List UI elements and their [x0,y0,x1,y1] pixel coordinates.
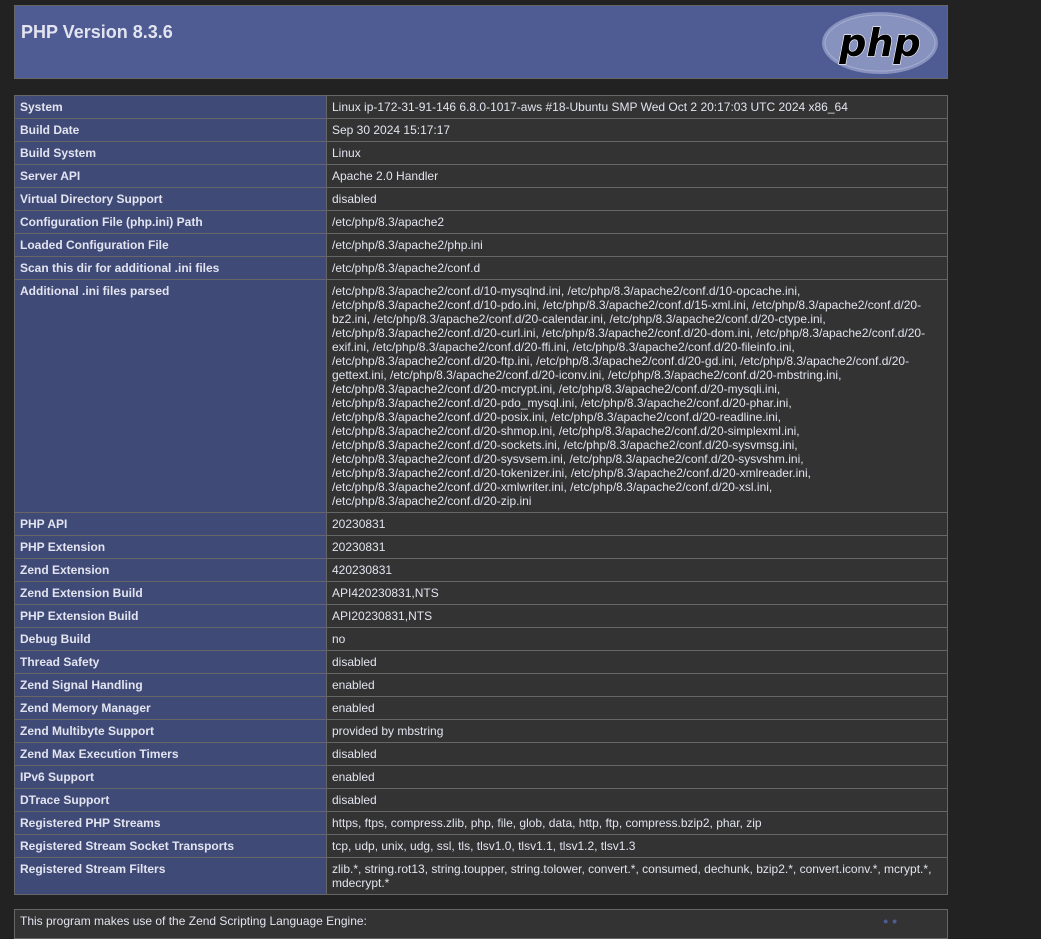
row-value: disabled [326,650,948,674]
zend-engine-text: This program makes use of the Zend Scrip… [20,914,367,928]
row-label: Scan this dir for additional .ini files [14,256,327,280]
table-row: Server API Apache 2.0 Handler [14,164,948,188]
row-label: System [14,95,327,119]
table-row: Additional .ini files parsed/etc/php/8.3… [14,279,948,513]
row-value: enabled [326,673,948,697]
row-value: 420230831 [326,558,948,582]
row-label: Registered PHP Streams [14,811,327,835]
php-logo[interactable]: php [819,9,941,77]
row-label: Registered Stream Socket Transports [14,834,327,858]
table-row: Zend Extension 420230831 [14,558,948,582]
table-row: Zend Max Execution Timers disabled [14,742,948,766]
table-row: System Linux ip-172-31-91-146 6.8.0-1017-… [14,95,948,119]
table-row: Zend Extension Build API420230831,NTS [14,581,948,605]
row-label: PHP API [14,512,327,536]
row-label: Zend Memory Manager [14,696,327,720]
row-value: API420230831,NTS [326,581,948,605]
row-label: Debug Build [14,627,327,651]
row-label: Zend Multibyte Support [14,719,327,743]
row-value: enabled [326,765,948,789]
row-value: zlib.*, string.rot13, string.toupper, st… [326,857,948,895]
row-label: PHP Extension Build [14,604,327,628]
row-value: 20230831 [326,512,948,536]
table-row: Build System Linux [14,141,948,165]
table-row: PHP Extension 20230831 [14,535,948,559]
table-row: Scan this dir for additional .ini files /… [14,256,948,280]
table-row: Virtual Directory Support disabled [14,187,948,211]
row-value: API20230831,NTS [326,604,948,628]
row-label: Zend Extension Build [14,581,327,605]
table-row: Loaded Configuration File/etc/php/8.3/ap… [14,233,948,257]
row-label: PHP Extension [14,535,327,559]
row-value: disabled [326,788,948,812]
table-row: DTrace Support disabled [14,788,948,812]
row-value: no [326,627,948,651]
row-label: Loaded Configuration File [14,233,327,257]
row-value: https, ftps, compress.zlib, php, file, g… [326,811,948,835]
row-value: /etc/php/8.3/apache2/conf.d/10-mysqlnd.i… [326,279,948,513]
row-label: Zend Signal Handling [14,673,327,697]
phpinfo-page: PHP Version 8.3.6 php System Linux ip-172… [14,5,948,895]
row-label: Configuration File (php.ini) Path [14,210,327,234]
table-row: Registered PHP Streams https, ftps, compr… [14,811,948,835]
row-value: Sep 30 2024 15:17:17 [326,118,948,142]
row-label: Build System [14,141,327,165]
row-value: disabled [326,742,948,766]
row-label: Build Date [14,118,327,142]
row-value: enabled [326,696,948,720]
row-value: tcp, udp, unix, udg, ssl, tls, tlsv1.0, … [326,834,948,858]
row-value: provided by mbstring [326,719,948,743]
row-label: Virtual Directory Support [14,187,327,211]
row-value: Linux ip-172-31-91-146 6.8.0-1017-aws #1… [326,95,948,119]
table-row: Configuration File (php.ini) Path/etc/ph… [14,210,948,234]
row-value: /etc/php/8.3/apache2/php.ini [326,233,948,257]
row-label: Thread Safety [14,650,327,674]
row-value: /etc/php/8.3/apache2/conf.d [326,256,948,280]
row-label: Server API [14,164,327,188]
row-value: Linux [326,141,948,165]
row-value: disabled [326,187,948,211]
row-value: /etc/php/8.3/apache2 [326,210,948,234]
zend-engine-box: This program makes use of the Zend Scrip… [14,909,948,939]
row-label: IPv6 Support [14,765,327,789]
row-label: Zend Extension [14,558,327,582]
page-title: PHP Version 8.3.6 [21,22,173,42]
table-row: PHP API 20230831 [14,512,948,536]
table-row: Registered Stream Filters zlib.*, string.… [14,857,948,895]
php-logo-text: php [838,21,920,65]
table-row: Zend Memory Manager enabled [14,696,948,720]
row-label: Registered Stream Filters [14,857,327,895]
table-row: Registered Stream Socket Transports tcp, … [14,834,948,858]
zend-logo[interactable]: • • [883,914,897,928]
table-row: Build Date Sep 30 2024 15:17:17 [14,118,948,142]
table-row: PHP Extension Build API20230831,NTS [14,604,948,628]
php-info-table: System Linux ip-172-31-91-146 6.8.0-1017-… [14,95,948,895]
row-value: 20230831 [326,535,948,559]
table-row: IPv6 Support enabled [14,765,948,789]
page-header: PHP Version 8.3.6 php [14,5,948,79]
table-row: Zend Multibyte Support provided by mbstri… [14,719,948,743]
row-label: Additional .ini files parsed [14,279,327,513]
table-row: Thread Safety disabled [14,650,948,674]
row-label: Zend Max Execution Timers [14,742,327,766]
row-value: Apache 2.0 Handler [326,164,948,188]
table-row: Zend Signal Handling enabled [14,673,948,697]
table-row: Debug Build no [14,627,948,651]
row-label: DTrace Support [14,788,327,812]
